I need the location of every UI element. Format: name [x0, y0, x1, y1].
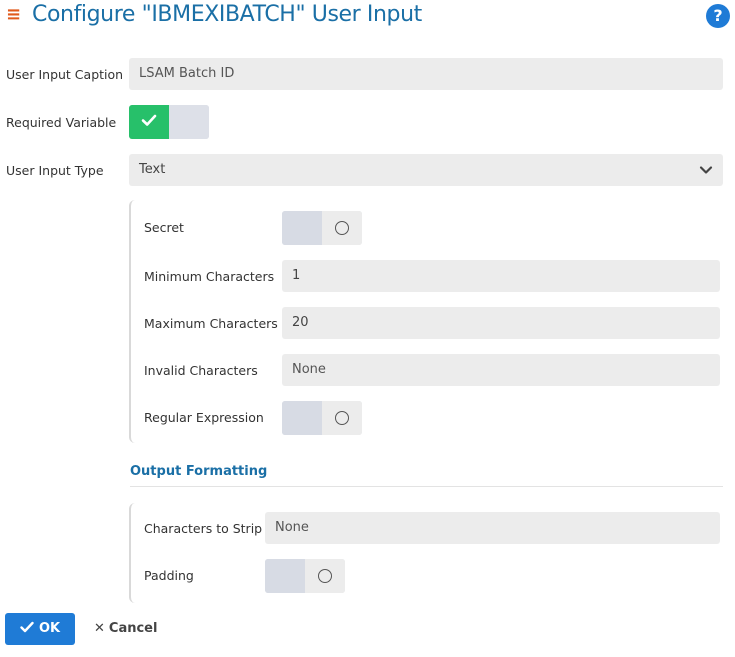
output-formatting-group-border [129, 503, 139, 603]
secret-label: Secret [144, 220, 184, 235]
ok-button-label: OK [38, 621, 61, 636]
output-formatting-heading: Output Formatting [130, 464, 268, 479]
max-characters-input[interactable]: 20 [282, 307, 720, 339]
toggle-off-circle-icon [318, 569, 332, 583]
input-type-select[interactable]: Text [129, 154, 723, 186]
checkmark-icon [20, 621, 34, 633]
caption-label: User Input Caption [6, 67, 124, 82]
caption-input[interactable]: LSAM Batch ID [129, 58, 723, 90]
ok-button[interactable]: OK [5, 613, 75, 645]
text-options-group-border [129, 200, 139, 443]
max-characters-label: Maximum Characters [144, 316, 278, 331]
required-toggle[interactable] [129, 105, 209, 139]
page-title: Configure "IBMEXIBATCH" User Input [32, 2, 422, 27]
toggle-off-circle-icon [335, 411, 349, 425]
required-label: Required Variable [6, 115, 117, 130]
toggle-off-circle-icon [335, 221, 349, 235]
invalid-characters-input[interactable]: None [282, 354, 720, 386]
padding-label: Padding [144, 568, 194, 583]
help-icon[interactable]: ? [706, 4, 730, 28]
regex-toggle[interactable] [282, 401, 362, 435]
hamburger-menu-icon[interactable]: ≡ [6, 4, 21, 26]
cancel-button[interactable]: ✕ Cancel [94, 613, 157, 645]
padding-toggle[interactable] [265, 559, 345, 593]
invalid-characters-label: Invalid Characters [144, 363, 258, 378]
checkmark-icon [141, 114, 157, 126]
input-type-value: Text [139, 162, 166, 177]
min-characters-input[interactable]: 1 [282, 260, 720, 292]
regex-label: Regular Expression [144, 410, 264, 425]
dialog-header: ≡ Configure "IBMEXIBATCH" User Input ? [0, 0, 735, 34]
cancel-button-label: Cancel [108, 621, 158, 636]
chevron-down-icon [699, 166, 713, 174]
input-type-label: User Input Type [6, 163, 104, 178]
strip-characters-label: Characters to Strip [144, 521, 263, 536]
min-characters-label: Minimum Characters [144, 269, 275, 284]
secret-toggle[interactable] [282, 211, 362, 245]
close-icon: ✕ [94, 621, 105, 636]
section-divider [130, 486, 723, 487]
strip-characters-input[interactable]: None [265, 512, 720, 544]
